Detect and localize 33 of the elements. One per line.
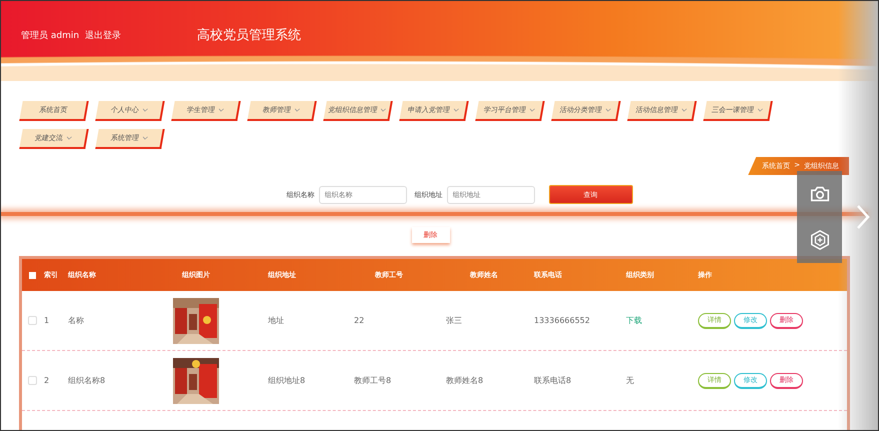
user-label: 管理员 admin (21, 30, 80, 42)
table-cell: 教师工号8 (354, 376, 392, 385)
app-title: 高校党员管理系统 (197, 27, 302, 44)
chevron-down-icon (141, 136, 148, 140)
table-cell: 地址 (268, 316, 284, 325)
hexagon-plus-icon[interactable] (808, 229, 830, 251)
table-cell: 张三 (446, 316, 462, 325)
select-all-checkbox[interactable] (28, 272, 36, 278)
table-cell: 名称 (68, 316, 84, 325)
table-cell: 组织名称8 (68, 376, 106, 385)
table-cell: 22 (354, 316, 364, 325)
table-cell: 2 (44, 376, 50, 385)
chevron-down-icon (680, 108, 688, 112)
chevron-down-icon (141, 108, 148, 112)
chevron-down-icon (65, 136, 72, 140)
table-cell: 13336666552 (534, 316, 590, 325)
chevron-down-icon (293, 108, 300, 112)
table-cell: 下载 (626, 316, 642, 325)
row-checkbox[interactable] (28, 376, 36, 385)
chevron-down-icon (528, 108, 536, 112)
chevron-down-icon (756, 108, 764, 112)
chevron-down-icon (217, 108, 224, 112)
chevron-down-icon (380, 108, 387, 112)
table-cell: 联系电话8 (534, 376, 572, 385)
logout-link[interactable]: 退出登录 (85, 28, 122, 42)
chevron-right-icon[interactable] (856, 204, 870, 230)
table-cell: 无 (626, 376, 634, 385)
table-cell: 组织地址8 (268, 376, 306, 385)
row-checkbox[interactable] (28, 316, 36, 325)
table-cell: 教师姓名8 (446, 376, 484, 385)
chevron-down-icon (452, 108, 460, 112)
table-cell: 1 (44, 316, 50, 325)
chevron-down-icon (604, 108, 612, 112)
